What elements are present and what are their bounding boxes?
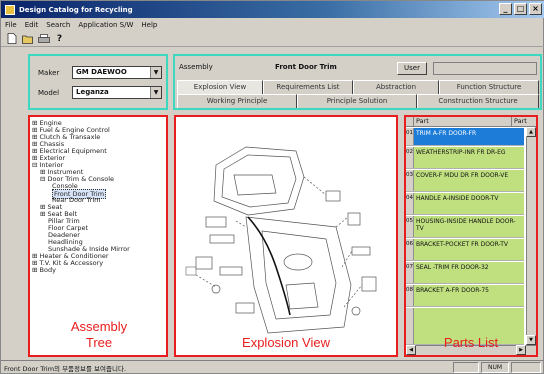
tab-construction-structure[interactable]: Construction Structure bbox=[417, 94, 539, 108]
part-name: HOUSING-INSIDE HANDLE DOOR-TV bbox=[414, 216, 524, 237]
part-name: WEATHERSTRIP-INR FR DR-EG bbox=[414, 147, 524, 168]
scroll-left-icon[interactable]: ◀ bbox=[406, 345, 416, 355]
vehicle-selector-panel: Maker GM DAEWOO ▼ Model Leganza ▼ bbox=[28, 54, 168, 110]
table-row[interactable]: 06 BRACKET-POCKET FR DOOR-TV bbox=[406, 239, 524, 261]
row-number: 06 bbox=[406, 239, 414, 260]
table-row[interactable]: 01 TRIM A-FR DOOR-FR bbox=[406, 128, 524, 146]
table-row[interactable]: 03 COVER-F MDU DR FR DOOR-VE bbox=[406, 170, 524, 192]
tab-row-2: Working Principle Principle Solution Con… bbox=[177, 94, 539, 108]
menu-help[interactable]: Help bbox=[141, 21, 157, 29]
part-name: HANDLE A-INSIDE DOOR-TV bbox=[414, 193, 524, 214]
menu-file[interactable]: File bbox=[5, 21, 17, 29]
user-button[interactable]: User bbox=[397, 62, 427, 75]
row-number: 01 bbox=[406, 128, 414, 145]
part-name: COVER-F MDU DR FR DOOR-VE bbox=[414, 170, 524, 191]
header-part-2[interactable]: Part bbox=[512, 117, 536, 126]
explosion-view-panel[interactable] bbox=[174, 115, 398, 357]
model-select[interactable]: Leganza ▼ bbox=[72, 86, 162, 99]
chevron-down-icon[interactable]: ▼ bbox=[150, 87, 161, 98]
help-icon[interactable]: ? bbox=[53, 33, 66, 45]
window-controls: _ □ × bbox=[499, 3, 542, 15]
explosion-view-drawing bbox=[185, 146, 377, 334]
table-row[interactable]: 05 HOUSING-INSIDE HANDLE DOOR-TV bbox=[406, 216, 524, 238]
tree-item-body[interactable]: ⊞ Body bbox=[32, 266, 56, 274]
chevron-down-icon[interactable]: ▼ bbox=[150, 67, 161, 78]
status-num: NUM bbox=[481, 362, 509, 373]
tab-requirements-list[interactable]: Requirements List bbox=[263, 80, 353, 94]
menu-search[interactable]: Search bbox=[46, 21, 70, 29]
scroll-up-icon[interactable]: ▲ bbox=[526, 127, 536, 137]
row-number: 02 bbox=[406, 147, 414, 168]
app-icon bbox=[5, 4, 15, 15]
maximize-icon[interactable]: □ bbox=[514, 3, 527, 15]
menu-application[interactable]: Application S/W bbox=[78, 21, 133, 29]
table-row[interactable]: 04 HANDLE A-INSIDE DOOR-TV bbox=[406, 193, 524, 215]
row-number: 04 bbox=[406, 193, 414, 214]
close-icon[interactable]: × bbox=[529, 3, 542, 15]
minimize-icon[interactable]: _ bbox=[499, 3, 512, 15]
model-label: Model bbox=[38, 88, 60, 97]
part-name: BRACKET-POCKET FR DOOR-TV bbox=[414, 239, 524, 260]
caption-parts-list: Parts List bbox=[443, 335, 499, 350]
maker-label: Maker bbox=[38, 68, 60, 77]
status-cell-1 bbox=[453, 362, 479, 373]
maker-value: GM DAEWOO bbox=[76, 68, 127, 76]
title-bar[interactable]: Design Catalog for Recycling _ □ × bbox=[1, 1, 544, 18]
row-number: 03 bbox=[406, 170, 414, 191]
model-row: Model Leganza ▼ bbox=[38, 86, 162, 99]
tab-function-structure[interactable]: Function Structure bbox=[439, 80, 539, 94]
row-number: 08 bbox=[406, 285, 414, 306]
toolbar: ? bbox=[1, 31, 544, 47]
part-name: BRACKET A-FR DOOR-75 bbox=[414, 285, 524, 306]
caption-explosion-view: Explosion View bbox=[242, 335, 330, 350]
window-title: Design Catalog for Recycling bbox=[19, 5, 133, 14]
menu-edit[interactable]: Edit bbox=[25, 21, 39, 29]
assembly-panel: Assembly Front Door Trim User Explosion … bbox=[173, 54, 542, 110]
tab-working-principle[interactable]: Working Principle bbox=[177, 94, 297, 108]
header-index bbox=[406, 117, 414, 126]
part-name: SEAL -TRIM FR DOOR-32 bbox=[414, 262, 524, 283]
assembly-name: Front Door Trim bbox=[275, 63, 337, 71]
status-cell-3 bbox=[511, 362, 541, 373]
tab-abstraction[interactable]: Abstraction bbox=[353, 80, 439, 94]
maker-row: Maker GM DAEWOO ▼ bbox=[38, 66, 162, 79]
assembly-info-field bbox=[433, 62, 537, 75]
table-row[interactable]: 02 WEATHERSTRIP-INR FR DR-EG bbox=[406, 147, 524, 169]
table-row[interactable]: 08 BRACKET A-FR DOOR-75 bbox=[406, 285, 524, 307]
scroll-down-icon[interactable]: ▼ bbox=[526, 335, 536, 345]
app-window: Design Catalog for Recycling _ □ × File … bbox=[0, 0, 544, 374]
assembly-label: Assembly bbox=[179, 63, 213, 71]
tab-explosion-view[interactable]: Explosion View bbox=[177, 80, 263, 94]
tab-row-1: Explosion View Requirements List Abstrac… bbox=[177, 80, 539, 94]
part-name: TRIM A-FR DOOR-FR bbox=[414, 128, 524, 145]
row-number: 07 bbox=[406, 262, 414, 283]
menu-bar: File Edit Search Application S/W Help bbox=[1, 18, 544, 31]
print-icon[interactable] bbox=[37, 33, 50, 45]
open-icon[interactable] bbox=[21, 33, 34, 45]
row-number-empty bbox=[406, 308, 414, 344]
header-part[interactable]: Part bbox=[414, 117, 512, 126]
parts-header: Part Part bbox=[406, 117, 536, 127]
parts-list-panel: Part Part 01 TRIM A-FR DOOR-FR 02 WEATHE… bbox=[404, 115, 538, 357]
vertical-scrollbar[interactable]: ▲ ▼ bbox=[526, 127, 536, 345]
status-text: Front Door Trim의 부품정보를 보여줍니다. bbox=[4, 364, 127, 373]
tab-principle-solution[interactable]: Principle Solution bbox=[297, 94, 417, 108]
caption-assembly-tree: Assembly Tree bbox=[70, 319, 128, 350]
row-number: 05 bbox=[406, 216, 414, 237]
new-icon[interactable] bbox=[5, 33, 18, 45]
model-value: Leganza bbox=[76, 88, 109, 96]
maker-select[interactable]: GM DAEWOO ▼ bbox=[72, 66, 162, 79]
table-row[interactable]: 07 SEAL -TRIM FR DOOR-32 bbox=[406, 262, 524, 284]
